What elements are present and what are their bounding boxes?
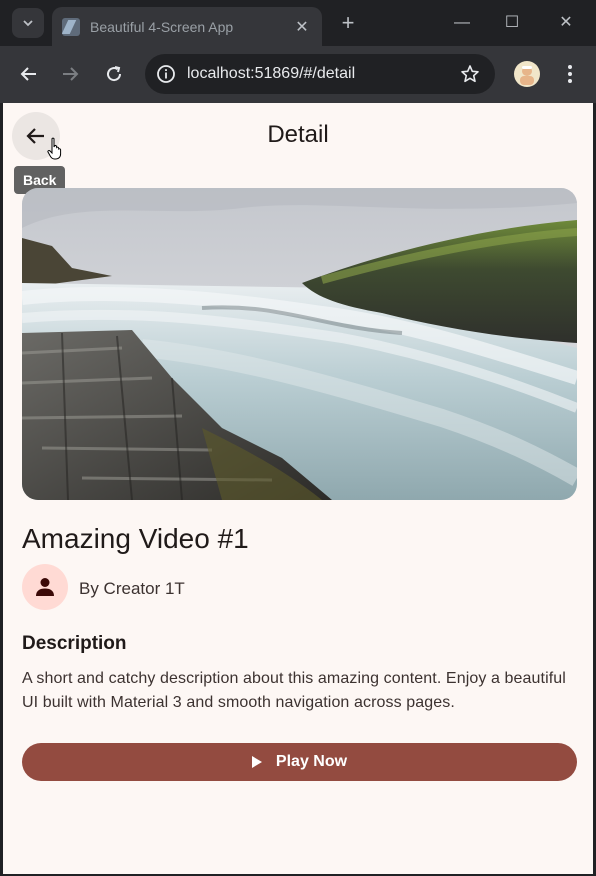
play-icon [251,756,262,768]
description-heading: Description [22,633,127,654]
profile-icon [520,66,534,85]
close-window-button[interactable]: ✕ [548,8,584,38]
video-title: Amazing Video #1 [22,523,249,554]
tab-title: Beautiful 4-Screen App [90,18,234,35]
new-tab-button[interactable]: + [334,10,362,38]
creator-name: By Creator 1T [79,579,185,598]
site-info-button[interactable] [153,61,179,87]
detail-page: Back Detail Amazing Video #1 By Creator … [3,103,593,874]
arrow-left-icon [20,67,36,81]
browser-toolbar: localhost:51869/#/detail [0,46,596,103]
profile-avatar[interactable] [514,61,540,87]
minimize-button[interactable]: — [444,8,480,38]
browser-tab[interactable]: Beautiful 4-Screen App ✕ [52,7,322,46]
address-bar[interactable]: localhost:51869/#/detail [145,54,495,94]
bookmark-button[interactable] [455,59,485,89]
chevron-down-icon [23,20,33,27]
url-text[interactable]: localhost:51869/#/detail [187,65,455,83]
hero-image [22,188,577,500]
person-icon [36,578,54,596]
browser-back-button[interactable] [13,58,45,90]
play-now-label: Play Now [275,753,348,770]
tab-search-button[interactable] [12,8,44,38]
maximize-button[interactable]: ☐ [494,8,530,38]
browser-forward-button[interactable] [54,58,86,90]
app-favicon-icon [62,17,80,36]
reload-icon [107,66,122,82]
play-now-button[interactable]: Play Now [22,743,577,781]
creator-avatar [22,564,68,610]
tab-close-button[interactable]: ✕ [288,17,316,37]
browser-menu-button[interactable] [556,58,584,90]
waterfall-photo [22,188,577,500]
info-icon [157,65,175,83]
browser-tab-strip: Beautiful 4-Screen App ✕ + — ☐ ✕ [0,0,596,46]
arrow-right-icon [63,67,79,81]
page-title: Detail [267,121,329,148]
description-text: A short and catchy description about thi… [22,670,566,711]
kebab-icon [568,65,572,83]
star-icon [461,65,479,83]
reload-button[interactable] [98,58,130,90]
